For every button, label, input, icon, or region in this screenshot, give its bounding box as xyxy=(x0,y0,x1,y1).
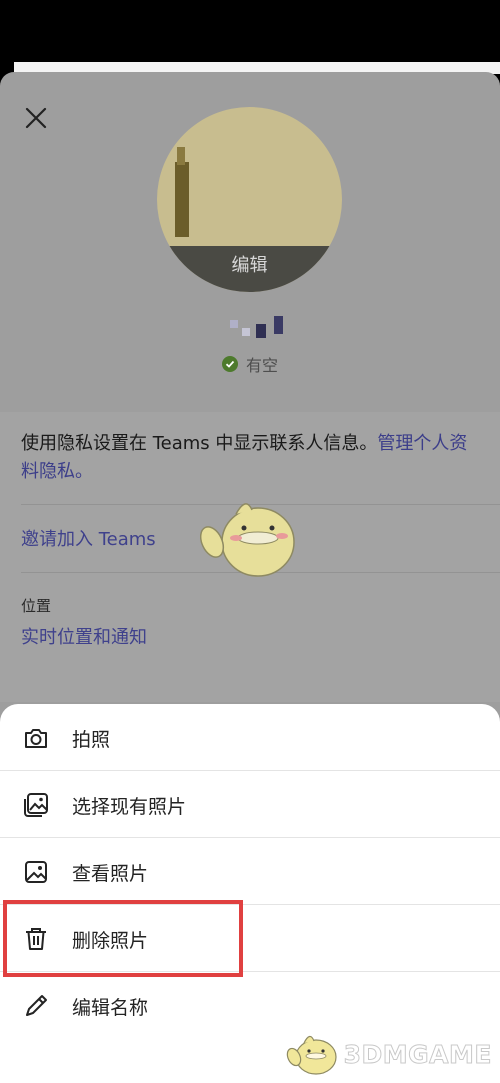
profile-name-obscured xyxy=(230,316,290,338)
choose-existing-photo-label: 选择现有照片 xyxy=(72,796,187,818)
edit-name-label: 编辑名称 xyxy=(72,997,149,1019)
invite-to-teams-link[interactable]: 邀请加入 Teams xyxy=(21,525,156,551)
available-check-icon xyxy=(222,356,238,372)
view-photo-option[interactable]: 查看照片 xyxy=(0,838,500,904)
status-label: 有空 xyxy=(246,356,279,375)
profile-avatar[interactable]: 编辑 xyxy=(157,107,342,292)
gallery-icon xyxy=(22,791,50,819)
photo-action-sheet: 拍照 选择现有照片 查看照片 删除照片 编辑名称 xyxy=(0,704,500,1083)
watermark: 3DMGAME xyxy=(286,1031,492,1077)
live-location-link[interactable]: 实时位置和通知 xyxy=(21,623,147,649)
edit-name-option[interactable]: 编辑名称 xyxy=(0,972,500,1038)
take-photo-label: 拍照 xyxy=(72,729,111,751)
camera-icon xyxy=(22,724,50,752)
take-photo-option[interactable]: 拍照 xyxy=(0,704,500,770)
image-icon xyxy=(22,858,50,886)
pencil-icon xyxy=(22,992,50,1020)
presence-status[interactable]: 有空 xyxy=(222,352,278,376)
choose-existing-photo-option[interactable]: 选择现有照片 xyxy=(0,771,500,837)
watermark-text: 3DMGAME xyxy=(343,1039,492,1069)
view-photo-label: 查看照片 xyxy=(72,863,149,885)
close-icon[interactable] xyxy=(20,102,52,134)
mascot-logo-icon xyxy=(286,1035,337,1075)
location-label: 位置 xyxy=(21,597,52,615)
mascot-watermark-icon xyxy=(199,492,304,582)
annotation-highlight-box xyxy=(3,900,243,977)
edit-avatar-button[interactable]: 编辑 xyxy=(157,246,342,292)
privacy-description: 使用隐私设置在 Teams 中显示联系人信息。 xyxy=(21,433,378,454)
top-black-bar xyxy=(0,0,500,62)
